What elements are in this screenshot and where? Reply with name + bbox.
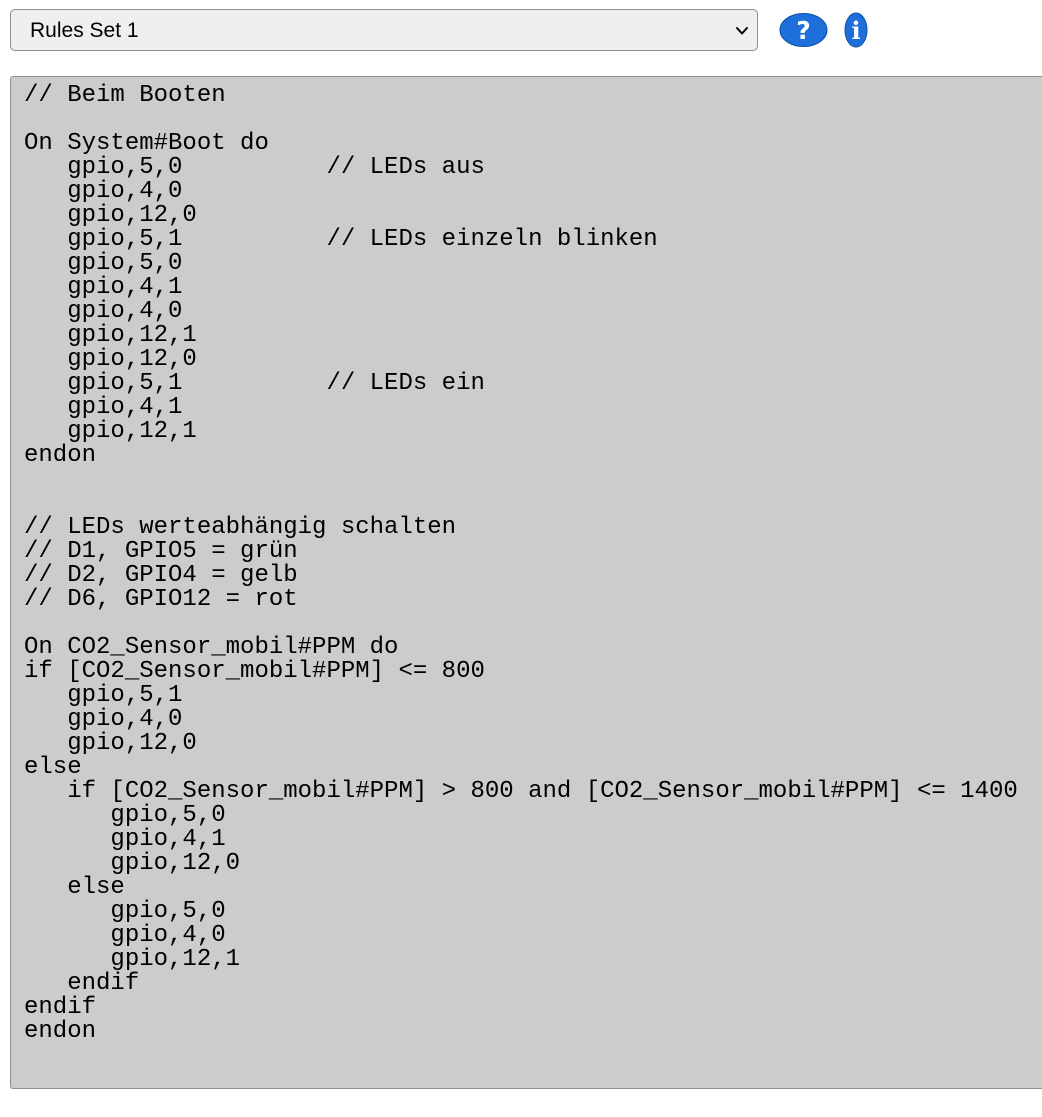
code-line: // Beim Booten (24, 82, 226, 109)
code-line: gpio,12,0 (24, 202, 197, 229)
code-line: // LEDs werteabhängig schalten (24, 514, 457, 541)
code-line: endon (24, 1018, 97, 1045)
code-line: gpio,12,0 (24, 730, 197, 757)
code-line: gpio,5,0 // LEDs aus (24, 154, 485, 181)
code-line: gpio,12,1 (24, 946, 241, 973)
code-line: if [CO2_Sensor_mobil#PPM] <= 800 (24, 658, 485, 685)
code-line: gpio,5,0 (24, 250, 183, 277)
svg-text:i: i (851, 16, 860, 45)
help-icon[interactable]: ? (779, 12, 828, 48)
code-line: gpio,4,0 (24, 178, 183, 205)
code-line: gpio,5,1 (24, 682, 183, 709)
code-line: gpio,5,0 (24, 802, 226, 829)
code-line: if [CO2_Sensor_mobil#PPM] > 800 and [CO2… (24, 778, 1018, 805)
code-line: gpio,4,0 (24, 706, 183, 733)
code-line: gpio,5,0 (24, 898, 226, 925)
code-line: gpio,4,1 (24, 274, 183, 301)
code-line: else (24, 754, 82, 781)
code-line: gpio,4,1 (24, 394, 183, 421)
code-line: gpio,12,1 (24, 418, 197, 445)
code-line: On System#Boot do (24, 130, 269, 157)
rules-editor-textarea[interactable]: // Beim Booten On System#Boot do gpio,5,… (10, 76, 1042, 1089)
rules-set-select-value: Rules Set 1 (30, 19, 139, 42)
code-line: endon (24, 442, 97, 469)
code-line: // D6, GPIO12 = rot (24, 586, 298, 613)
svg-text:?: ? (796, 16, 811, 45)
code-line: gpio,4,0 (24, 298, 183, 325)
info-icon[interactable]: i (844, 12, 868, 48)
code-line: gpio,5,1 // LEDs ein (24, 370, 485, 397)
code-line: gpio,4,1 (24, 826, 226, 853)
rules-code: // Beim Booten On System#Boot do gpio,5,… (24, 84, 1018, 1044)
code-line: gpio,12,0 (24, 850, 241, 877)
code-line: On CO2_Sensor_mobil#PPM do (24, 634, 399, 661)
code-line: // D2, GPIO4 = gelb (24, 562, 298, 589)
code-line: // D1, GPIO5 = grün (24, 538, 298, 565)
code-line: gpio,12,0 (24, 346, 197, 373)
code-line: gpio,4,0 (24, 922, 226, 949)
code-line: endif (24, 994, 97, 1021)
code-line: gpio,12,1 (24, 322, 197, 349)
code-line: else (24, 874, 125, 901)
code-line: endif (24, 970, 140, 997)
chevron-down-icon (735, 24, 749, 38)
rules-set-select[interactable]: Rules Set 1 (10, 9, 758, 51)
code-line: gpio,5,1 // LEDs einzeln blinken (24, 226, 658, 253)
